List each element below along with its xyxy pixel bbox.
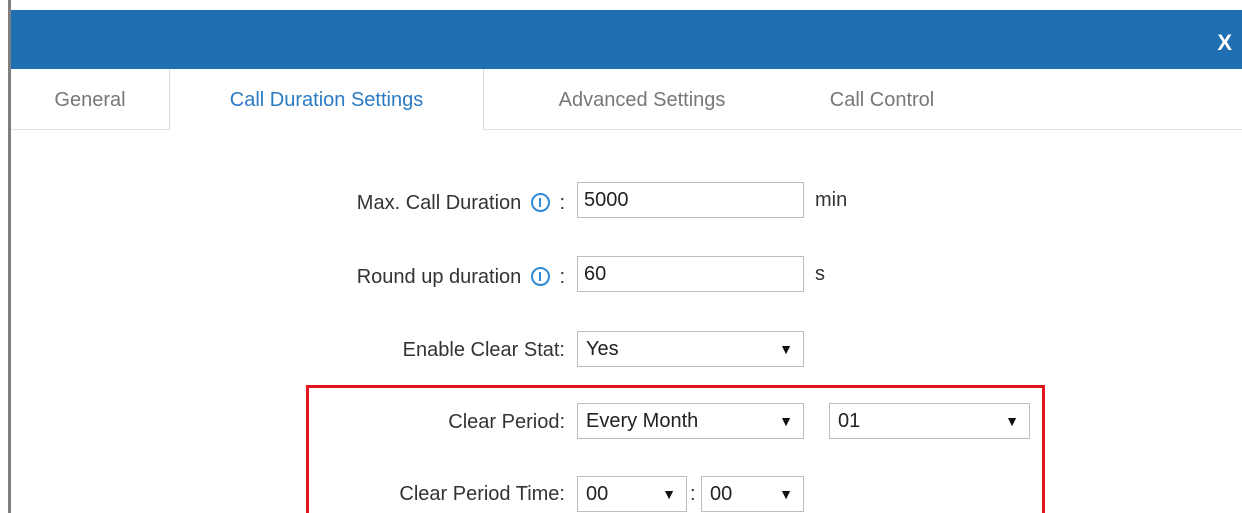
dialog-header: X <box>11 10 1242 69</box>
dialog: X General Call Duration Settings Advance… <box>0 0 1242 513</box>
round-up-duration-label: Round up duration : <box>357 259 565 295</box>
caret-down-icon: ▼ <box>779 413 793 429</box>
tab-advanced-settings[interactable]: Advanced Settings <box>484 69 800 129</box>
clear-period-day-value: 01 <box>838 410 861 432</box>
enable-clear-stat-select[interactable]: Yes ▼ <box>577 331 804 367</box>
close-icon[interactable]: X <box>1217 32 1232 54</box>
round-up-duration-row: Round up duration : <box>0 259 565 295</box>
max-call-duration-text: Max. Call Duration <box>356 192 522 214</box>
max-call-duration-unit: min <box>815 189 848 211</box>
tab-call-control[interactable]: Call Control <box>800 69 964 129</box>
label-colon: : <box>559 192 565 214</box>
time-separator: : <box>690 483 696 505</box>
enable-clear-stat-value: Yes <box>586 338 619 360</box>
tab-call-duration-settings[interactable]: Call Duration Settings <box>169 69 484 130</box>
enable-clear-stat-row: Enable Clear Stat: <box>0 332 565 368</box>
clear-period-value: Every Month <box>586 410 699 432</box>
round-up-duration-unit: s <box>815 263 825 285</box>
max-call-duration-input[interactable] <box>577 182 804 218</box>
caret-down-icon: ▼ <box>779 341 793 357</box>
clear-period-hour-value: 00 <box>586 483 609 505</box>
clear-period-minute-select[interactable]: 00 ▼ <box>701 476 804 512</box>
clear-period-select[interactable]: Every Month ▼ <box>577 403 804 439</box>
tab-general[interactable]: General <box>11 69 169 129</box>
caret-down-icon: ▼ <box>1005 413 1019 429</box>
max-call-duration-row: Max. Call Duration : <box>0 185 565 221</box>
tab-bar: General Call Duration Settings Advanced … <box>11 69 1242 130</box>
max-call-duration-label: Max. Call Duration : <box>357 185 565 221</box>
clear-period-day-select[interactable]: 01 ▼ <box>829 403 1030 439</box>
round-up-duration-text: Round up duration <box>356 266 522 288</box>
clear-period-row: Clear Period: <box>0 404 565 440</box>
clear-period-hour-select[interactable]: 00 ▼ <box>577 476 687 512</box>
enable-clear-stat-label: Enable Clear Stat: <box>402 339 565 361</box>
info-icon[interactable] <box>530 193 550 212</box>
clear-period-time-label: Clear Period Time: <box>399 483 565 505</box>
round-up-duration-input[interactable] <box>577 256 804 292</box>
label-colon: : <box>559 266 565 288</box>
clear-period-time-row: Clear Period Time: <box>0 476 565 512</box>
info-icon[interactable] <box>530 267 550 286</box>
caret-down-icon: ▼ <box>779 486 793 502</box>
clear-period-minute-value: 00 <box>710 483 733 505</box>
clear-period-label: Clear Period: <box>448 411 565 433</box>
caret-down-icon: ▼ <box>662 486 676 502</box>
